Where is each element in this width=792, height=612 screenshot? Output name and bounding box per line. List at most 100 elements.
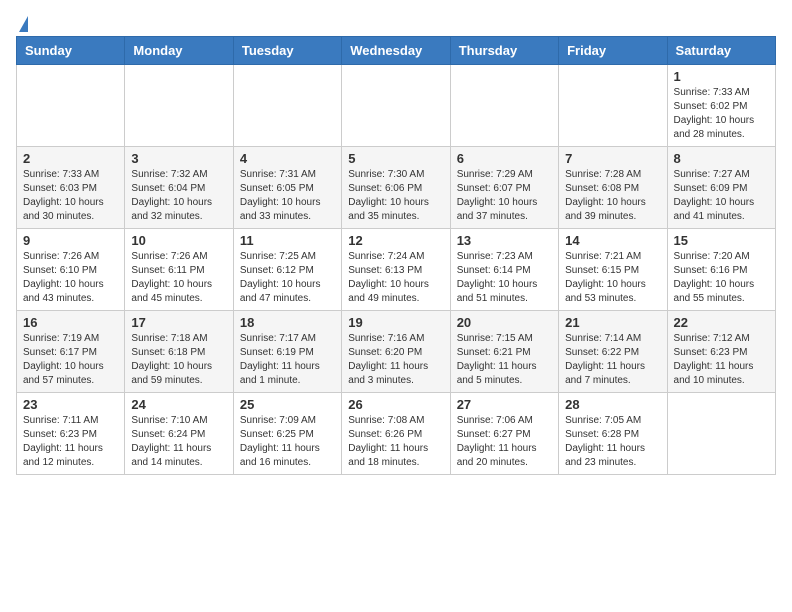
weekday-header-sunday: Sunday bbox=[17, 37, 125, 65]
day-info-8: Sunrise: 7:27 AM Sunset: 6:09 PM Dayligh… bbox=[674, 168, 769, 224]
day-cell-8: 8Sunrise: 7:27 AM Sunset: 6:09 PM Daylig… bbox=[667, 147, 775, 229]
day-info-9: Sunrise: 7:26 AM Sunset: 6:10 PM Dayligh… bbox=[23, 250, 118, 306]
day-number-22: 22 bbox=[674, 315, 769, 330]
day-cell-16: 16 Sunrise: 7:19 AM Sunset: 6:17 PM Dayli… bbox=[17, 311, 125, 393]
empty-cell bbox=[559, 65, 667, 147]
day-number-2: 2 bbox=[23, 151, 118, 166]
day-cell-13: 13 Sunrise: 7:23 AM Sunset: 6:14 PM Dayli… bbox=[450, 229, 558, 311]
day-number-28: 28 bbox=[565, 397, 660, 412]
day-cell-18: 18 Sunrise: 7:17 AM Sunset: 6:19 PM Dayli… bbox=[233, 311, 341, 393]
day-number-11: 11 bbox=[240, 233, 335, 248]
day-number-9: 9 bbox=[23, 233, 118, 248]
week-row-3: 9 Sunrise: 7:26 AM Sunset: 6:10 PM Daylig… bbox=[17, 229, 776, 311]
week-row-4: 16 Sunrise: 7:19 AM Sunset: 6:17 PM Dayli… bbox=[17, 311, 776, 393]
day-info-16: Sunrise: 7:19 AM Sunset: 6:17 PM Dayligh… bbox=[23, 332, 118, 388]
day-cell-21: 21Sunrise: 7:14 AM Sunset: 6:22 PM Dayli… bbox=[559, 311, 667, 393]
day-cell-3: 3Sunrise: 7:32 AM Sunset: 6:04 PM Daylig… bbox=[125, 147, 233, 229]
empty-cell bbox=[342, 65, 450, 147]
day-info-10: Sunrise: 7:26 AM Sunset: 6:11 PM Dayligh… bbox=[131, 250, 226, 306]
day-number-21: 21 bbox=[565, 315, 660, 330]
day-number-18: 18 bbox=[240, 315, 335, 330]
day-cell-15: 15 Sunrise: 7:20 AM Sunset: 6:16 PM Dayli… bbox=[667, 229, 775, 311]
day-number-15: 15 bbox=[674, 233, 769, 248]
weekday-header-saturday: Saturday bbox=[667, 37, 775, 65]
day-info-27: Sunrise: 7:06 AM Sunset: 6:27 PM Dayligh… bbox=[457, 414, 552, 470]
day-cell-17: 17 Sunrise: 7:18 AM Sunset: 6:18 PM Dayli… bbox=[125, 311, 233, 393]
day-info-15: Sunrise: 7:20 AM Sunset: 6:16 PM Dayligh… bbox=[674, 250, 769, 306]
empty-cell bbox=[125, 65, 233, 147]
day-info-4: Sunrise: 7:31 AM Sunset: 6:05 PM Dayligh… bbox=[240, 168, 335, 224]
calendar-body: 1 Sunrise: 7:33 AM Sunset: 6:02 PM Daylig… bbox=[17, 65, 776, 475]
day-cell-2: 2Sunrise: 7:33 AM Sunset: 6:03 PM Daylig… bbox=[17, 147, 125, 229]
calendar-table: SundayMondayTuesdayWednesdayThursdayFrid… bbox=[16, 36, 776, 475]
day-number-17: 17 bbox=[131, 315, 226, 330]
week-row-2: 2Sunrise: 7:33 AM Sunset: 6:03 PM Daylig… bbox=[17, 147, 776, 229]
day-number-4: 4 bbox=[240, 151, 335, 166]
weekday-header-thursday: Thursday bbox=[450, 37, 558, 65]
empty-cell bbox=[17, 65, 125, 147]
day-number-14: 14 bbox=[565, 233, 660, 248]
day-info-22: Sunrise: 7:12 AM Sunset: 6:23 PM Dayligh… bbox=[674, 332, 769, 388]
day-info-7: Sunrise: 7:28 AM Sunset: 6:08 PM Dayligh… bbox=[565, 168, 660, 224]
day-number-13: 13 bbox=[457, 233, 552, 248]
weekday-header-tuesday: Tuesday bbox=[233, 37, 341, 65]
day-cell-12: 12 Sunrise: 7:24 AM Sunset: 6:13 PM Dayli… bbox=[342, 229, 450, 311]
day-info-1: Sunrise: 7:33 AM Sunset: 6:02 PM Dayligh… bbox=[674, 86, 769, 142]
day-number-10: 10 bbox=[131, 233, 226, 248]
logo-arrow-icon bbox=[19, 16, 28, 32]
day-cell-1: 1 Sunrise: 7:33 AM Sunset: 6:02 PM Daylig… bbox=[667, 65, 775, 147]
empty-cell bbox=[667, 393, 775, 475]
day-number-26: 26 bbox=[348, 397, 443, 412]
weekday-header-wednesday: Wednesday bbox=[342, 37, 450, 65]
day-number-6: 6 bbox=[457, 151, 552, 166]
day-info-17: Sunrise: 7:18 AM Sunset: 6:18 PM Dayligh… bbox=[131, 332, 226, 388]
day-number-7: 7 bbox=[565, 151, 660, 166]
day-info-26: Sunrise: 7:08 AM Sunset: 6:26 PM Dayligh… bbox=[348, 414, 443, 470]
week-row-5: 23 Sunrise: 7:11 AM Sunset: 6:23 PM Dayli… bbox=[17, 393, 776, 475]
day-info-12: Sunrise: 7:24 AM Sunset: 6:13 PM Dayligh… bbox=[348, 250, 443, 306]
day-cell-7: 7 Sunrise: 7:28 AM Sunset: 6:08 PM Daylig… bbox=[559, 147, 667, 229]
weekday-header-row: SundayMondayTuesdayWednesdayThursdayFrid… bbox=[17, 37, 776, 65]
logo bbox=[16, 16, 28, 28]
day-cell-20: 20Sunrise: 7:15 AM Sunset: 6:21 PM Dayli… bbox=[450, 311, 558, 393]
day-number-16: 16 bbox=[23, 315, 118, 330]
day-info-19: Sunrise: 7:16 AM Sunset: 6:20 PM Dayligh… bbox=[348, 332, 443, 388]
day-cell-10: 10 Sunrise: 7:26 AM Sunset: 6:11 PM Dayli… bbox=[125, 229, 233, 311]
day-number-23: 23 bbox=[23, 397, 118, 412]
day-info-23: Sunrise: 7:11 AM Sunset: 6:23 PM Dayligh… bbox=[23, 414, 118, 470]
weekday-header-friday: Friday bbox=[559, 37, 667, 65]
day-number-12: 12 bbox=[348, 233, 443, 248]
day-number-25: 25 bbox=[240, 397, 335, 412]
day-info-24: Sunrise: 7:10 AM Sunset: 6:24 PM Dayligh… bbox=[131, 414, 226, 470]
week-row-1: 1 Sunrise: 7:33 AM Sunset: 6:02 PM Daylig… bbox=[17, 65, 776, 147]
day-info-13: Sunrise: 7:23 AM Sunset: 6:14 PM Dayligh… bbox=[457, 250, 552, 306]
day-info-28: Sunrise: 7:05 AM Sunset: 6:28 PM Dayligh… bbox=[565, 414, 660, 470]
day-cell-22: 22 Sunrise: 7:12 AM Sunset: 6:23 PM Dayli… bbox=[667, 311, 775, 393]
page-header bbox=[16, 16, 776, 28]
day-cell-5: 5 Sunrise: 7:30 AM Sunset: 6:06 PM Daylig… bbox=[342, 147, 450, 229]
calendar-header: SundayMondayTuesdayWednesdayThursdayFrid… bbox=[17, 37, 776, 65]
day-number-27: 27 bbox=[457, 397, 552, 412]
day-number-5: 5 bbox=[348, 151, 443, 166]
day-cell-25: 25 Sunrise: 7:09 AM Sunset: 6:25 PM Dayli… bbox=[233, 393, 341, 475]
day-cell-27: 27 Sunrise: 7:06 AM Sunset: 6:27 PM Dayli… bbox=[450, 393, 558, 475]
day-info-5: Sunrise: 7:30 AM Sunset: 6:06 PM Dayligh… bbox=[348, 168, 443, 224]
day-cell-19: 19Sunrise: 7:16 AM Sunset: 6:20 PM Dayli… bbox=[342, 311, 450, 393]
day-cell-28: 28 Sunrise: 7:05 AM Sunset: 6:28 PM Dayli… bbox=[559, 393, 667, 475]
day-info-18: Sunrise: 7:17 AM Sunset: 6:19 PM Dayligh… bbox=[240, 332, 335, 388]
day-info-14: Sunrise: 7:21 AM Sunset: 6:15 PM Dayligh… bbox=[565, 250, 660, 306]
day-cell-6: 6 Sunrise: 7:29 AM Sunset: 6:07 PM Daylig… bbox=[450, 147, 558, 229]
day-info-6: Sunrise: 7:29 AM Sunset: 6:07 PM Dayligh… bbox=[457, 168, 552, 224]
day-cell-14: 14 Sunrise: 7:21 AM Sunset: 6:15 PM Dayli… bbox=[559, 229, 667, 311]
day-number-3: 3 bbox=[131, 151, 226, 166]
day-info-25: Sunrise: 7:09 AM Sunset: 6:25 PM Dayligh… bbox=[240, 414, 335, 470]
day-cell-24: 24 Sunrise: 7:10 AM Sunset: 6:24 PM Dayli… bbox=[125, 393, 233, 475]
day-cell-23: 23 Sunrise: 7:11 AM Sunset: 6:23 PM Dayli… bbox=[17, 393, 125, 475]
weekday-header-monday: Monday bbox=[125, 37, 233, 65]
day-cell-9: 9 Sunrise: 7:26 AM Sunset: 6:10 PM Daylig… bbox=[17, 229, 125, 311]
empty-cell bbox=[450, 65, 558, 147]
day-number-1: 1 bbox=[674, 69, 769, 84]
day-number-24: 24 bbox=[131, 397, 226, 412]
day-info-20: Sunrise: 7:15 AM Sunset: 6:21 PM Dayligh… bbox=[457, 332, 552, 388]
day-info-11: Sunrise: 7:25 AM Sunset: 6:12 PM Dayligh… bbox=[240, 250, 335, 306]
